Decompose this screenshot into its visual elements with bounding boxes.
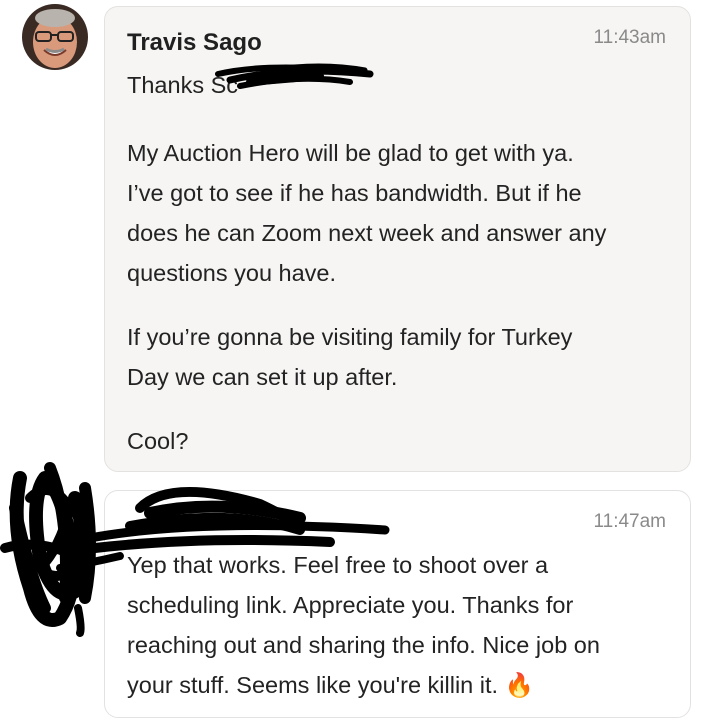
message-body: Thanks Sc My Auction Hero will be glad t… xyxy=(127,65,670,485)
message-thread: Travis Sago 11:43am Thanks Sc My Auction… xyxy=(0,0,716,720)
message-line: Yep that works. Feel free to shoot over … xyxy=(127,552,549,578)
message-line: reaching out and sharing the info. Nice … xyxy=(127,632,600,658)
message-line: I’ve got to see if he has bandwidth. But… xyxy=(127,180,582,206)
message-line: If you’re gonna be visiting family for T… xyxy=(127,324,573,350)
message-line: My Auction Hero will be glad to get with… xyxy=(127,140,574,166)
message-line: your stuff. Seems like you're killin it.… xyxy=(127,672,534,698)
message-bubble[interactable]: 11:47am Yep that works. Feel free to sho… xyxy=(104,490,691,718)
greeting-line: Thanks Sc xyxy=(127,72,239,98)
sender-avatar[interactable] xyxy=(22,4,88,70)
avatar-photo-icon xyxy=(22,4,88,70)
message-line: scheduling link. Appreciate you. Thanks … xyxy=(127,592,574,618)
sender-name: Travis Sago xyxy=(127,29,262,56)
message-time: 11:47am xyxy=(593,511,666,532)
message-time: 11:43am xyxy=(593,27,666,48)
message-line: Day we can set it up after. xyxy=(127,364,398,390)
message-line: does he can Zoom next week and answer an… xyxy=(127,220,607,246)
message-bubble[interactable]: Travis Sago 11:43am Thanks Sc My Auction… xyxy=(104,6,691,472)
message-body: Yep that works. Feel free to shoot over … xyxy=(127,545,670,705)
message-line: Cool? xyxy=(127,428,189,454)
message-line: questions you have. xyxy=(127,260,337,286)
